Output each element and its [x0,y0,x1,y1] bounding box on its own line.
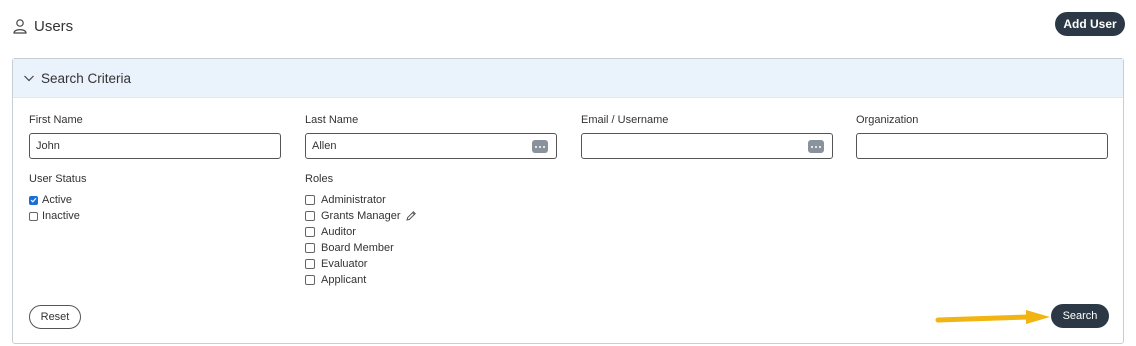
organization-label: Organization [856,114,919,126]
page-title: Users [34,17,74,35]
reset-button[interactable]: Reset [29,305,81,329]
search-criteria-panel: Search Criteria First Name Last Name Ema… [12,58,1124,344]
user-icon [13,19,27,34]
status-active-option[interactable]: Active [29,193,72,207]
checkbox-icon[interactable] [305,211,315,221]
role-label: Auditor [321,226,356,238]
role-grants-manager-option[interactable]: Grants Manager [305,209,417,223]
checkbox-icon[interactable] [305,259,315,269]
search-button[interactable]: Search [1051,304,1109,328]
role-administrator-option[interactable]: Administrator [305,193,386,207]
status-active-label: Active [42,194,72,206]
lookup-icon[interactable] [808,140,824,153]
last-name-label: Last Name [305,114,359,126]
panel-title: Search Criteria [41,70,132,86]
status-inactive-option[interactable]: Inactive [29,209,80,223]
chevron-down-icon [24,75,34,82]
role-auditor-option[interactable]: Auditor [305,225,356,239]
checkbox-icon[interactable] [305,195,315,205]
checkbox-checked-icon[interactable] [29,195,38,205]
email-label: Email / Username [581,114,669,126]
first-name-input[interactable]: John [29,133,281,159]
checkbox-icon[interactable] [305,243,315,253]
last-name-input[interactable]: Allen [312,140,336,152]
lookup-icon[interactable] [532,140,548,153]
annotation-arrow-icon [935,310,1050,324]
checkbox-icon[interactable] [305,227,315,237]
checkbox-icon[interactable] [305,275,315,285]
role-label: Administrator [321,194,386,206]
last-name-input-wrap[interactable]: Allen [305,133,557,159]
checkbox-icon[interactable] [29,211,38,221]
organization-input[interactable] [856,133,1108,159]
role-label: Board Member [321,242,394,254]
role-board-member-option[interactable]: Board Member [305,241,394,255]
add-user-button[interactable]: Add User [1055,12,1125,36]
role-label: Grants Manager [321,210,401,222]
role-label: Evaluator [321,258,368,270]
pencil-icon[interactable] [405,210,417,222]
status-inactive-label: Inactive [42,210,80,222]
role-label: Applicant [321,274,367,286]
role-applicant-option[interactable]: Applicant [305,273,366,287]
role-evaluator-option[interactable]: Evaluator [305,257,367,271]
page-header: Users [12,14,73,38]
search-criteria-toggle[interactable]: Search Criteria [13,59,1123,98]
first-name-label: First Name [29,114,83,126]
email-input-wrap[interactable] [581,133,833,159]
roles-label: Roles [305,173,334,185]
user-status-label: User Status [29,173,87,185]
